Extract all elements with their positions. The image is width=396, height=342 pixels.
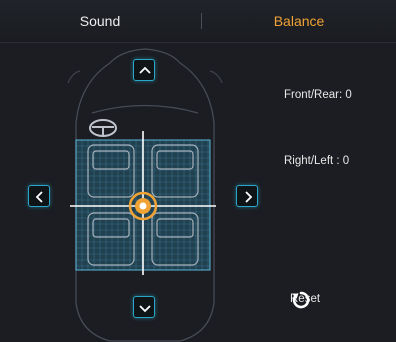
chevron-left-icon [35,191,43,203]
rotate-icon[interactable] [290,289,312,311]
balance-down-button[interactable] [133,296,155,318]
balance-right-button[interactable] [236,185,258,207]
balance-left-button[interactable] [28,185,50,207]
chevron-down-icon [139,305,151,313]
tab-sound[interactable]: Sound [0,0,200,42]
front-rear-readout: Front/Rear: 0 [284,89,352,101]
car-diagram [67,48,223,342]
steering-wheel-icon [89,119,117,137]
balance-panel: Front/Rear: 0 Right/Left : 0 Reset [0,43,396,342]
tab-bar: Sound Balance [0,0,396,43]
car-inner-outline [91,104,199,114]
chevron-right-icon [245,191,253,203]
chevron-up-icon [139,66,151,74]
balance-up-button[interactable] [133,59,155,81]
right-left-readout: Right/Left : 0 [284,155,350,167]
tab-balance[interactable]: Balance [202,0,396,42]
